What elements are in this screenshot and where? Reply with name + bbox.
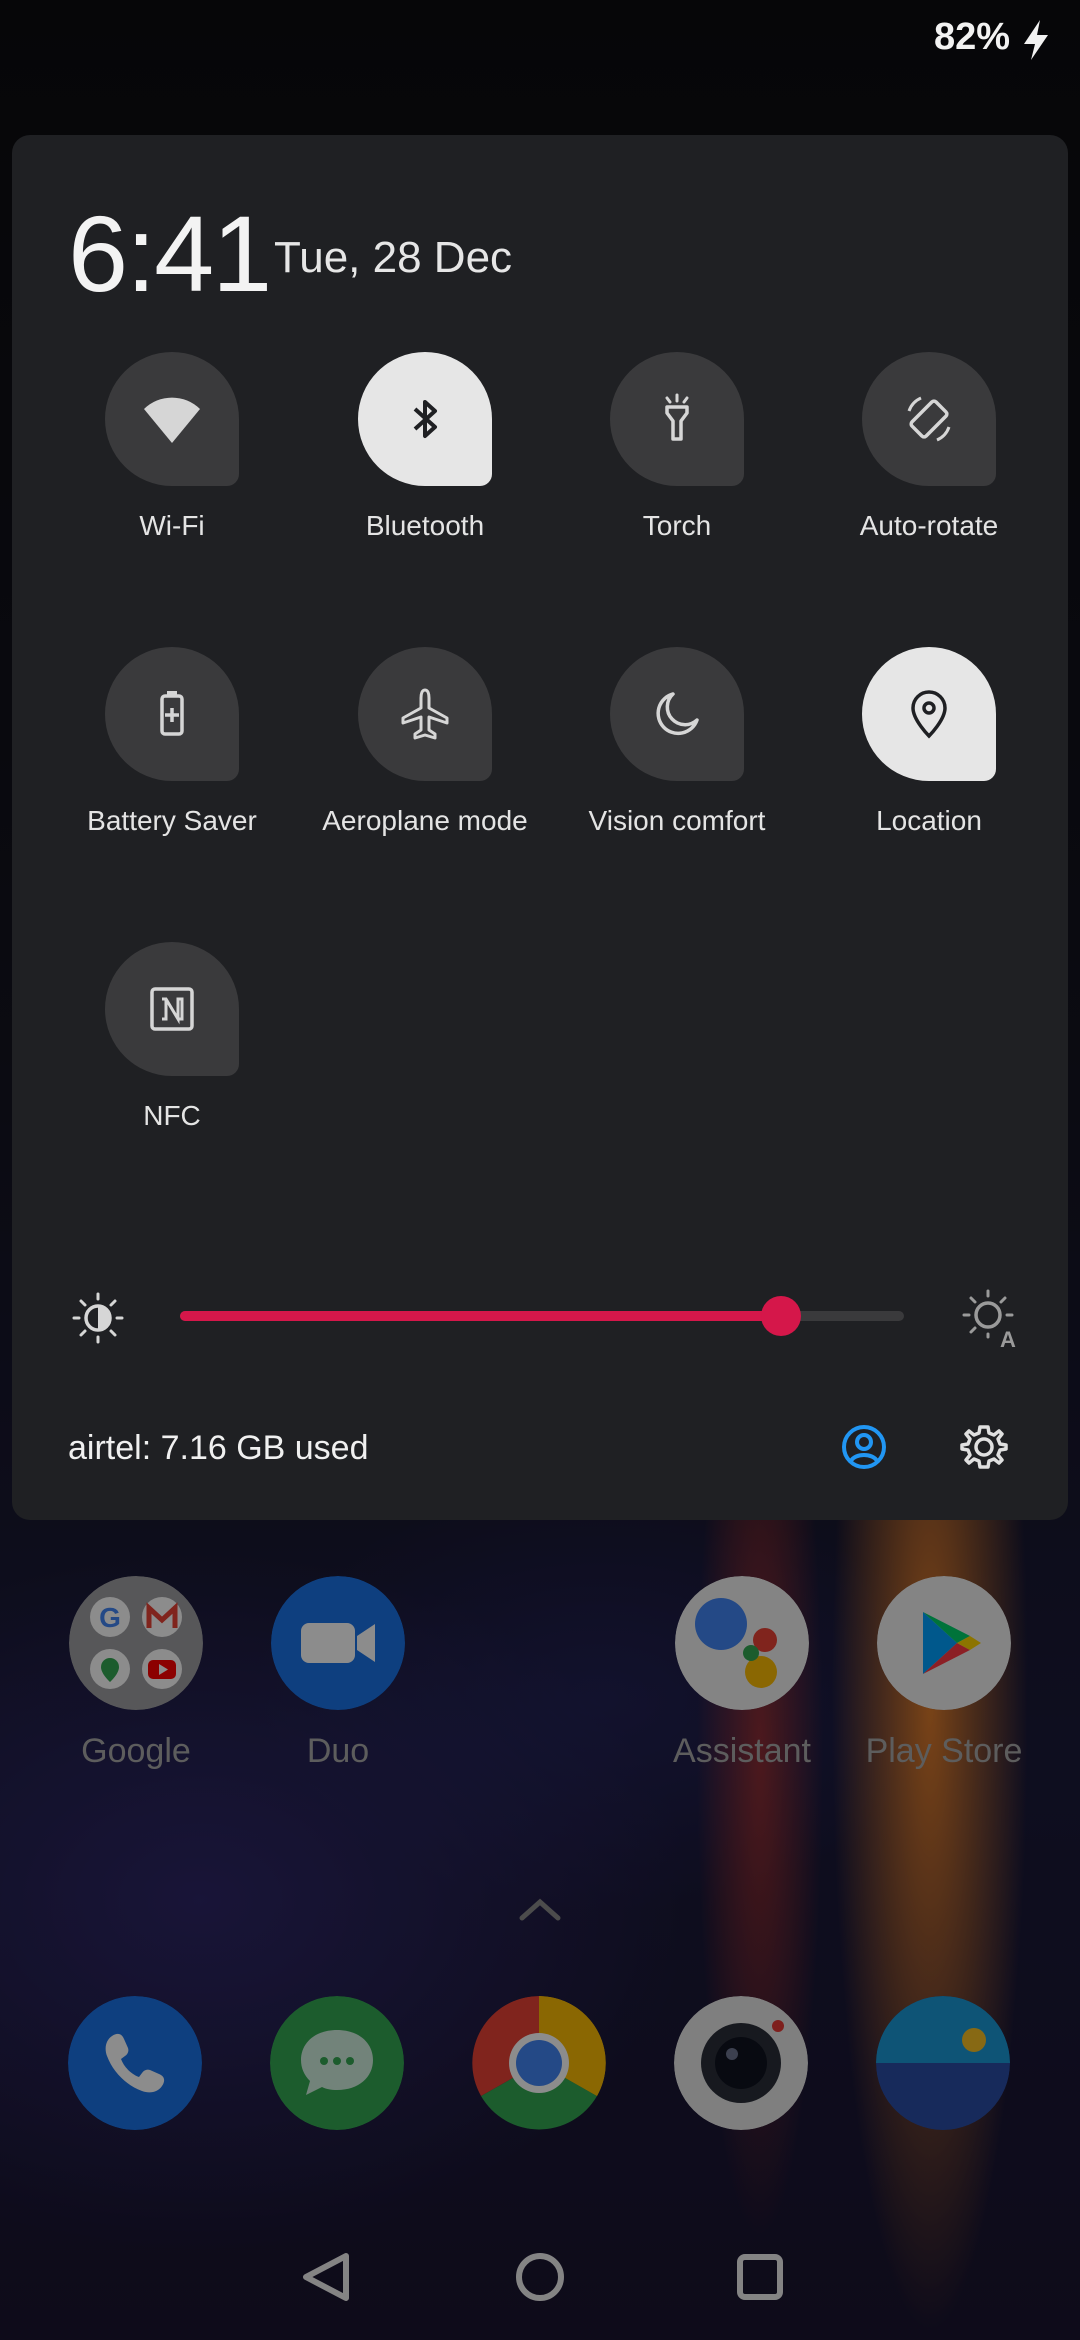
tile-label: Location [876,805,982,836]
location-icon [911,690,947,739]
brightness-slider-thumb[interactable] [761,1296,801,1336]
tile-label: Torch [642,510,712,541]
clock-time[interactable]: 6:41 [68,191,272,316]
tile-auto-rotate[interactable]: Auto-rotate [809,352,1049,542]
battery-percentage: 82% [933,16,1010,58]
auto-rotate-icon [907,396,951,442]
brightness-slider-fill [180,1311,781,1321]
tile-label: Auto-rotate [859,510,999,541]
tile-wifi-button[interactable] [105,352,239,486]
brightness-low-icon [72,1292,124,1344]
tile-label: NFC [143,1100,201,1131]
tile-nfc[interactable]: NFC [52,942,292,1132]
tile-bluetooth[interactable]: Bluetooth [305,352,545,542]
tile-label: Wi-Fi [139,510,205,541]
settings-gear-icon[interactable] [954,1417,1014,1477]
charging-bolt-icon [1024,20,1048,60]
tile-battery-saver[interactable]: Battery Saver [52,647,292,837]
user-account-icon[interactable] [834,1417,894,1477]
airplane-icon [401,688,449,740]
status-bar: 82% [0,0,1080,80]
quick-settings-panel: 6:41 Tue, 28 Dec Wi-Fi Bluetooth Torch A… [12,135,1068,1520]
clock-date[interactable]: Tue, 28 Dec [274,233,512,283]
tile-location[interactable]: Location [809,647,1049,837]
screen: G Google Duo Assistant Play Store 82% 6:… [0,0,1080,2340]
tile-aeroplane-mode-button[interactable] [358,647,492,781]
tile-vision-comfort-button[interactable] [610,647,744,781]
tile-label: Battery Saver [87,805,257,836]
tile-aeroplane-mode[interactable]: Aeroplane mode [305,647,545,837]
battery-saver-icon [160,691,184,736]
tile-torch-button[interactable] [610,352,744,486]
svg-text:A: A [1000,1327,1016,1351]
brightness-slider[interactable] [180,1296,904,1336]
tile-vision-comfort[interactable]: Vision comfort [557,647,797,837]
torch-icon [665,393,689,441]
tile-wifi[interactable]: Wi-Fi [52,352,292,542]
tile-auto-rotate-button[interactable] [862,352,996,486]
tile-nfc-button[interactable] [105,942,239,1076]
tile-label: Vision comfort [588,805,766,836]
tile-location-button[interactable] [862,647,996,781]
wifi-icon [144,397,200,443]
moon-icon [656,692,699,736]
tile-battery-saver-button[interactable] [105,647,239,781]
bluetooth-icon [413,400,437,438]
nfc-icon [150,987,194,1031]
auto-brightness-icon[interactable]: A [960,1287,1024,1351]
data-usage-text[interactable]: airtel: 7.16 GB used [68,1429,369,1468]
tile-label: Aeroplane mode [322,805,528,836]
tile-bluetooth-button[interactable] [358,352,492,486]
tile-label: Bluetooth [365,510,485,541]
tile-torch[interactable]: Torch [557,352,797,542]
